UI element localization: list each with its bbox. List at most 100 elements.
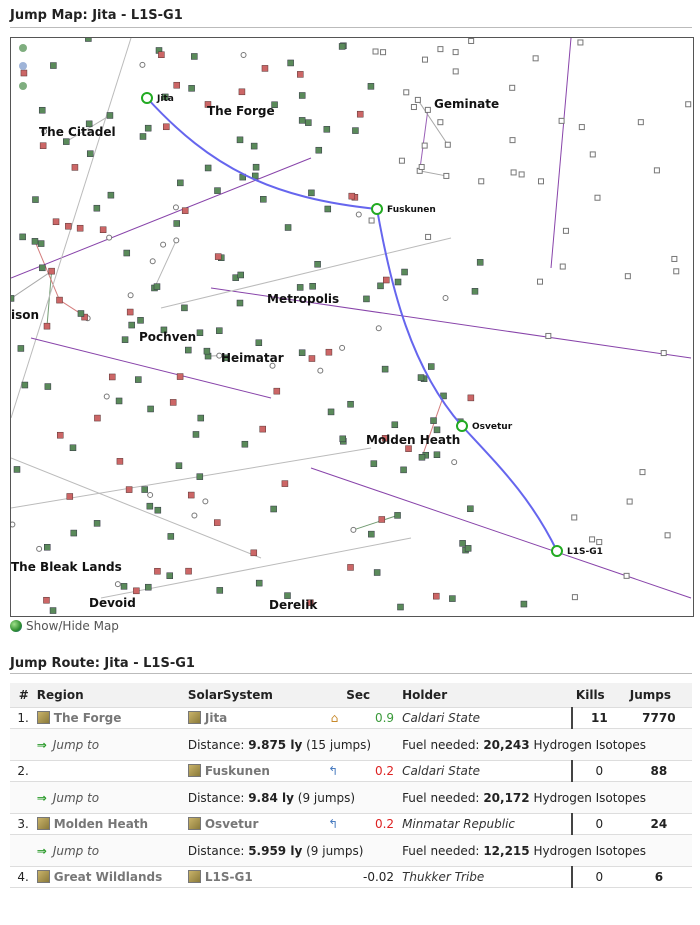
solar-system-node[interactable] xyxy=(296,284,304,291)
solar-system-node[interactable] xyxy=(578,124,585,131)
solar-system-node[interactable] xyxy=(48,267,55,275)
solar-system-node[interactable] xyxy=(383,276,390,284)
solar-system-node[interactable] xyxy=(671,255,678,262)
solar-system-node[interactable] xyxy=(476,259,484,266)
solar-system-node[interactable] xyxy=(545,332,552,339)
solar-system-node[interactable] xyxy=(237,271,244,279)
solar-system-node[interactable] xyxy=(347,400,354,408)
solar-system-node[interactable] xyxy=(410,104,417,111)
solar-system-node[interactable] xyxy=(123,249,131,257)
solar-system-node[interactable] xyxy=(66,493,74,500)
solar-system-node[interactable] xyxy=(71,164,79,171)
solar-system-node[interactable] xyxy=(270,505,277,513)
solar-system-node[interactable] xyxy=(196,329,204,337)
solar-system-node[interactable] xyxy=(451,459,458,466)
solar-system-node[interactable] xyxy=(437,119,444,126)
region-link[interactable]: The Forge xyxy=(54,711,122,725)
solar-system-node[interactable] xyxy=(558,117,565,124)
solar-system-node[interactable] xyxy=(363,295,370,303)
solar-system-node[interactable] xyxy=(133,587,140,595)
solar-system-node[interactable] xyxy=(191,512,198,519)
solar-system-node[interactable] xyxy=(433,451,441,458)
solar-system-node[interactable] xyxy=(127,292,134,299)
solar-system-node[interactable] xyxy=(377,282,384,290)
solar-system-node[interactable] xyxy=(356,110,364,118)
system-link[interactable]: Jita xyxy=(205,711,227,725)
solar-system-node[interactable] xyxy=(176,373,184,380)
solar-system-node[interactable] xyxy=(147,405,154,413)
solar-system-node[interactable] xyxy=(398,157,405,164)
solar-system-node[interactable] xyxy=(63,138,70,145)
solar-system-node[interactable] xyxy=(216,587,224,594)
solar-system-node[interactable] xyxy=(403,89,410,96)
solar-system-node[interactable] xyxy=(284,224,292,231)
system-cell[interactable]: L1S-G1 xyxy=(183,866,343,888)
solar-system-node[interactable] xyxy=(93,520,101,527)
solar-system-node[interactable] xyxy=(94,414,101,422)
solar-system-node[interactable] xyxy=(367,83,375,90)
solar-system-node[interactable] xyxy=(308,189,315,197)
solar-system-node[interactable] xyxy=(185,346,192,354)
solar-system-node[interactable] xyxy=(391,421,399,429)
solar-system-node[interactable] xyxy=(139,61,146,68)
solar-system-node[interactable] xyxy=(141,486,148,493)
solar-system-node[interactable] xyxy=(520,600,528,608)
solar-system-node[interactable] xyxy=(37,240,45,247)
solar-system-node[interactable] xyxy=(537,278,544,285)
solar-system-node[interactable] xyxy=(414,96,421,103)
solar-system-node[interactable] xyxy=(203,347,211,355)
solar-system-node[interactable] xyxy=(559,263,566,270)
solar-system-node[interactable] xyxy=(309,282,316,290)
solar-system-node[interactable] xyxy=(44,544,51,551)
solar-system-node[interactable] xyxy=(149,258,156,265)
solar-system-node[interactable] xyxy=(467,394,475,402)
solar-system-node[interactable] xyxy=(11,521,16,528)
solar-system-node[interactable] xyxy=(192,431,200,438)
solar-system-node[interactable] xyxy=(260,196,267,203)
solar-system-node[interactable] xyxy=(70,529,78,537)
solar-system-node[interactable] xyxy=(240,51,247,58)
solar-system-node[interactable] xyxy=(459,540,466,547)
solar-system-node[interactable] xyxy=(86,150,94,157)
solar-system-node[interactable] xyxy=(38,106,46,114)
solar-system-node[interactable] xyxy=(202,498,209,505)
solar-system-node[interactable] xyxy=(433,592,440,600)
solar-system-node[interactable] xyxy=(308,355,316,362)
system-link[interactable]: Osvetur xyxy=(205,817,259,831)
solar-system-node[interactable] xyxy=(352,127,359,134)
solar-system-node[interactable] xyxy=(106,112,114,119)
solar-system-node[interactable] xyxy=(56,431,64,439)
solar-system-node[interactable] xyxy=(425,233,432,240)
solar-system-node[interactable] xyxy=(430,417,437,424)
solar-system-node[interactable] xyxy=(76,224,84,232)
solar-system-node[interactable] xyxy=(126,308,134,316)
solar-system-node[interactable] xyxy=(518,171,525,178)
solar-system-node[interactable] xyxy=(325,348,333,356)
solar-system-node[interactable] xyxy=(173,237,180,244)
solar-system-node[interactable] xyxy=(255,339,263,346)
solar-system-node[interactable] xyxy=(452,68,459,75)
solar-system-node[interactable] xyxy=(378,516,386,523)
solar-system-node[interactable] xyxy=(314,260,321,268)
solar-system-node[interactable] xyxy=(31,238,39,245)
solar-system-node[interactable] xyxy=(368,530,375,538)
solar-system-node[interactable] xyxy=(685,101,692,108)
solar-system-node[interactable] xyxy=(106,234,113,241)
solar-system-node[interactable] xyxy=(108,373,116,381)
solar-system-node[interactable] xyxy=(467,505,474,513)
solar-system-node[interactable] xyxy=(339,435,347,443)
solar-system-node[interactable] xyxy=(77,310,85,317)
solar-system-node[interactable] xyxy=(56,296,63,304)
solar-system-node[interactable] xyxy=(128,321,135,329)
solar-system-node[interactable] xyxy=(19,233,26,241)
solar-system-node[interactable] xyxy=(181,207,189,214)
solar-system-node[interactable] xyxy=(163,123,170,131)
solar-system-node[interactable] xyxy=(442,295,449,302)
solar-system-node[interactable] xyxy=(259,425,266,433)
solar-system-node[interactable] xyxy=(36,545,43,552)
solar-system-node[interactable] xyxy=(52,218,60,226)
solar-system-node[interactable] xyxy=(478,178,485,185)
solar-system-node[interactable] xyxy=(191,53,198,60)
solar-system-node[interactable] xyxy=(305,119,312,126)
solar-system-node[interactable] xyxy=(181,304,188,312)
